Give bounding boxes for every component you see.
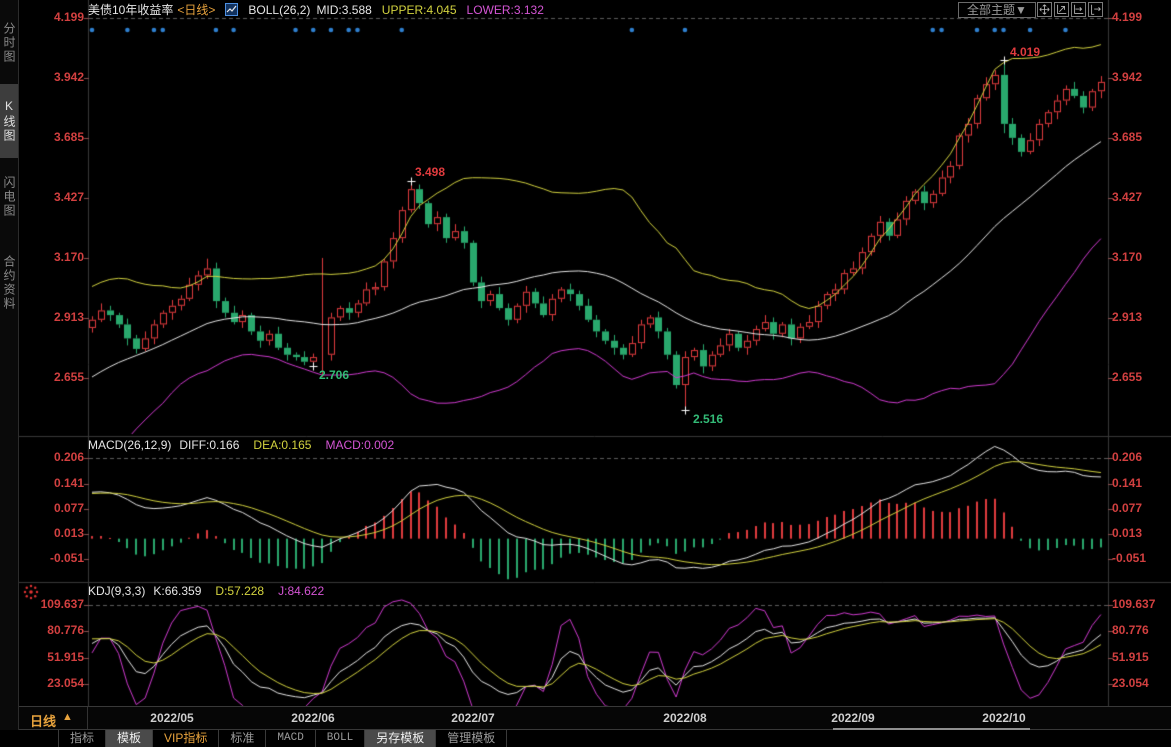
axis-tick-label: -0.051 <box>38 552 84 565</box>
axis-tick-label: 0.206 <box>38 451 84 464</box>
month-label: 2022/08 <box>655 711 715 725</box>
axis-tick-label: 109.637 <box>1112 598 1168 611</box>
bottom-tab-6[interactable]: 另存模板 <box>365 730 436 747</box>
trading-app-window: 分时图 K线图闪电图合约资料 美债10年收益率 <日线> BOLL(26,2) M… <box>0 0 1171 747</box>
axis-tick-label: 3.942 <box>1112 71 1168 84</box>
axis-tick-label: 0.013 <box>1112 527 1168 540</box>
axis-tick-label: 51.915 <box>1112 651 1168 664</box>
axis-tick-label: 2.655 <box>38 371 84 384</box>
axis-tick-label: 80.776 <box>38 624 84 637</box>
axis-tick-label: 0.141 <box>1112 477 1168 490</box>
theme-dropdown[interactable]: 全部主题▼ <box>958 2 1036 18</box>
sidebar-item-0[interactable]: 分时图 <box>0 6 18 80</box>
chart-header: 美债10年收益率 <日线> BOLL(26,2) MID:3.588 UPPER… <box>88 2 544 17</box>
move-chart-icon[interactable] <box>1037 2 1052 17</box>
axis-tick-label: -0.051 <box>1112 552 1168 565</box>
axis-tick-label: 0.077 <box>1112 502 1168 515</box>
axis-tick-label: 3.170 <box>1112 251 1168 264</box>
period-label: 日线 <box>30 711 56 730</box>
axis-tick-label: 4.199 <box>1112 11 1168 24</box>
bottom-tab-3[interactable]: 标准 <box>219 730 266 747</box>
fit-chart-icon[interactable] <box>1054 2 1069 17</box>
month-label: 2022/06 <box>283 711 343 725</box>
bottom-tab-1[interactable]: 模板 <box>106 730 153 747</box>
sidebar-item-2[interactable]: 闪电图 <box>0 160 18 234</box>
axis-tick-label: 3.942 <box>38 71 84 84</box>
bottom-tab-4[interactable]: MACD <box>266 730 315 747</box>
axis-tick-label: 4.199 <box>38 11 84 24</box>
extreme-annotation: 3.498 <box>415 165 445 179</box>
boll-upper-value: UPPER:4.045 <box>382 3 457 17</box>
axis-tick-label: 109.637 <box>38 598 84 611</box>
kdj-d-value: D:57.228 <box>215 584 264 598</box>
macd-panel-header: MACD(26,12,9) DIFF:0.166 DEA:0.165 MACD:… <box>88 438 394 452</box>
macd-diff-value: DIFF:0.166 <box>179 438 239 452</box>
axis-tick-label: 3.427 <box>38 191 84 204</box>
axis-tick-label: 0.013 <box>38 527 84 540</box>
macd-params-label: MACD(26,12,9) <box>88 438 171 452</box>
axis-tick-label: 3.427 <box>1112 191 1168 204</box>
axis-tick-label: 2.913 <box>38 311 84 324</box>
boll-mid-value: MID:3.588 <box>316 3 371 17</box>
bottom-tab-7[interactable]: 管理模板 <box>436 730 507 747</box>
horizontal-scrollbar-thumb[interactable] <box>833 728 1030 730</box>
chart-type-sidebar: 分时图 K线图闪电图合约资料 <box>0 0 19 747</box>
axis-tick-label: 51.915 <box>38 651 84 664</box>
sidebar-item-1[interactable]: K线图 <box>0 84 18 158</box>
axis-tick-label: 2.655 <box>1112 371 1168 384</box>
axis-tick-label: 3.685 <box>1112 131 1168 144</box>
instrument-title: 美债10年收益率 <box>88 1 173 18</box>
axis-tick-label: 23.054 <box>38 677 84 690</box>
bottom-tab-0[interactable]: 指标 <box>58 730 106 747</box>
bottom-tab-5[interactable]: BOLL <box>316 730 365 747</box>
month-label: 2022/05 <box>142 711 202 725</box>
scale-x-axis-icon[interactable] <box>1071 2 1086 17</box>
period-tag: <日线> <box>177 1 215 18</box>
kdj-j-value: J:84.622 <box>278 584 324 598</box>
axis-tick-label: 3.685 <box>38 131 84 144</box>
bottom-tab-bar: 指标模板VIP指标标准MACDBOLL另存模板管理模板 <box>0 730 1171 747</box>
macd-macd-value: MACD:0.002 <box>325 438 394 452</box>
price-chart-canvas[interactable] <box>0 0 1171 747</box>
axis-tick-label: 0.077 <box>38 502 84 515</box>
macd-dea-value: DEA:0.165 <box>253 438 311 452</box>
extreme-annotation: 2.516 <box>693 412 723 426</box>
month-label: 2022/09 <box>823 711 883 725</box>
boll-lower-value: LOWER:3.132 <box>467 3 544 17</box>
kdj-panel-header: KDJ(9,3,3) K:66.359 D:57.228 J:84.622 <box>88 584 324 598</box>
bottom-tab-2[interactable]: VIP指标 <box>153 730 219 747</box>
axis-tick-label: 2.913 <box>1112 311 1168 324</box>
axis-tick-label: 80.776 <box>1112 624 1168 637</box>
chart-mini-icon <box>225 3 238 16</box>
sidebar-item-3[interactable]: 合约资料 <box>0 236 18 330</box>
extreme-annotation: 2.706 <box>319 368 349 382</box>
kdj-params-label: KDJ(9,3,3) <box>88 584 145 598</box>
period-arrow-icon: ▲ <box>62 711 73 723</box>
month-label: 2022/07 <box>443 711 503 725</box>
axis-tick-label: 0.206 <box>1112 451 1168 464</box>
axis-tick-label: 3.170 <box>38 251 84 264</box>
extreme-annotation: 4.019 <box>1010 45 1040 59</box>
boll-params-label: BOLL(26,2) <box>248 3 310 17</box>
pan-right-icon[interactable] <box>1088 2 1103 17</box>
axis-tick-label: 23.054 <box>1112 677 1168 690</box>
month-label: 2022/10 <box>974 711 1034 725</box>
kdj-k-value: K:66.359 <box>153 584 201 598</box>
axis-tick-label: 0.141 <box>38 477 84 490</box>
time-axis-bar: 日线 ▲ 2022/05 2022/06 2022/07 2022/08 2022/09… <box>0 706 1171 730</box>
